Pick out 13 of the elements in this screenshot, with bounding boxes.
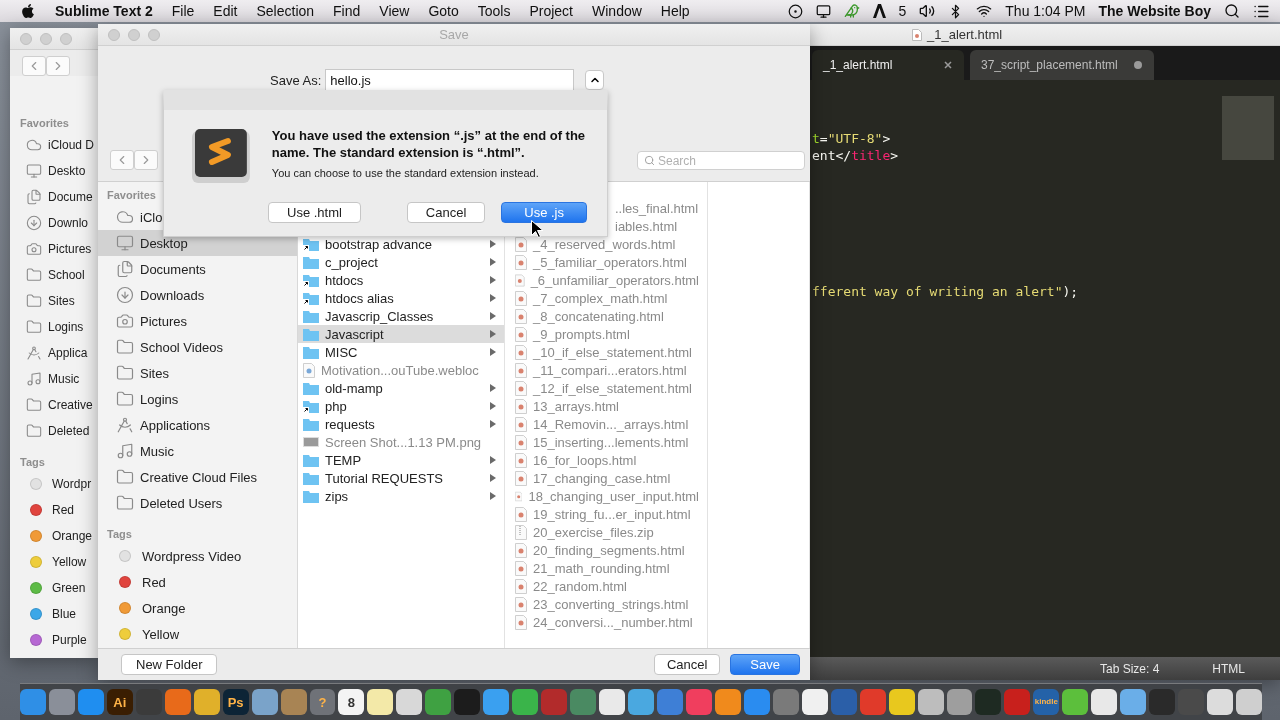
alert-heading: You have used the extension “.js” at the end of the name. The standard extension is “.html”. bbox=[271, 127, 587, 161]
sidebar-heading: Favorites bbox=[19, 116, 70, 131]
code-line: ent</title> bbox=[812, 147, 900, 164]
window-title: _1_alert.html bbox=[927, 27, 1003, 42]
code-line: fferent way of writing an alert"); bbox=[812, 283, 1080, 300]
alert-message: You can choose to use the standard extension instead. bbox=[271, 167, 540, 179]
sidebar-heading: Favorites bbox=[106, 188, 157, 203]
window-title: Save bbox=[439, 27, 469, 42]
save-as-label: Save As: bbox=[270, 72, 322, 88]
sidebar-heading: Tags bbox=[19, 455, 46, 470]
sidebar-heading: Tags bbox=[106, 527, 133, 542]
code-line: t="UTF-8"> bbox=[812, 130, 892, 147]
badge-count: 5 bbox=[898, 3, 907, 19]
